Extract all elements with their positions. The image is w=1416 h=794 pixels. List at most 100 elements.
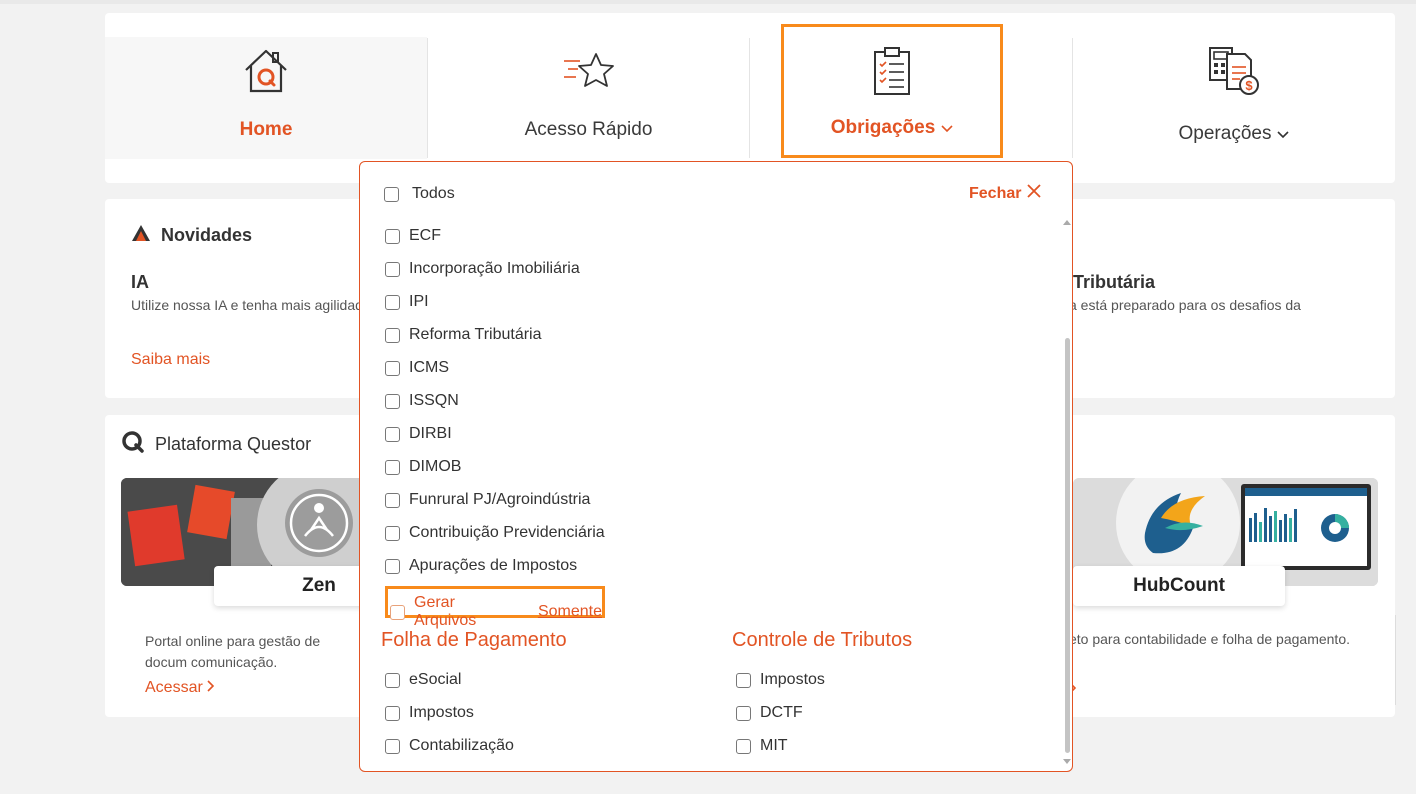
checkbox-row[interactable]: Reforma Tributária	[385, 326, 542, 344]
checkbox-label: DCTF	[760, 704, 803, 721]
chevron-down-icon	[1277, 123, 1290, 145]
checkbox-row[interactable]: ECF	[385, 227, 441, 245]
checkbox[interactable]	[385, 672, 400, 688]
checkbox[interactable]	[385, 705, 400, 721]
questor-q-icon	[121, 430, 147, 459]
zen-description: Portal online para gestão de docum comun…	[145, 633, 321, 670]
novidades-heading: Novidades	[131, 224, 252, 247]
nav-divider	[749, 38, 750, 158]
saiba-mais-link[interactable]: Saiba mais	[131, 351, 210, 369]
controle-de-tributos-title: Controle de Tributos	[732, 629, 913, 651]
zen-acessar-link[interactable]: Acessar	[145, 679, 215, 697]
nav-item-label-text: Obrigações	[830, 117, 936, 138]
gerar-arquivos-checkbox-row[interactable]: Gerar Arquivos Somente	[390, 594, 602, 630]
checkbox-row[interactable]: IPI	[385, 293, 429, 311]
obrigacoes-dropdown: Todos Fechar ECF Incorporação Imobiliária…	[359, 161, 1073, 772]
checkbox-label: Gerar Arquivos	[414, 594, 477, 629]
clipboard-checklist-icon	[872, 45, 912, 97]
checkbox-label: ISSQN	[409, 392, 459, 409]
checkbox-row[interactable]: MIT	[736, 737, 788, 755]
checkbox[interactable]	[385, 228, 400, 244]
checkbox-row[interactable]: DIMOB	[385, 458, 461, 476]
nav-item-home[interactable]: Home	[105, 37, 427, 159]
scrollbar-thumb[interactable]	[1065, 338, 1070, 753]
chevron-down-icon	[941, 117, 953, 139]
checkbox-label: IPI	[409, 293, 429, 310]
nav-item-operacoes[interactable]: $ Operações	[1073, 37, 1395, 159]
news-title: IA	[131, 272, 149, 292]
novidades-heading-text: Novidades	[161, 225, 253, 245]
scroll-down-arrow-icon[interactable]	[1063, 759, 1071, 764]
nav-item-obrigacoes[interactable]: Obrigações	[781, 24, 1003, 158]
checkbox-row[interactable]: Impostos	[736, 671, 825, 689]
checkbox[interactable]	[385, 360, 400, 376]
close-icon	[1027, 184, 1042, 203]
checkbox[interactable]	[385, 525, 400, 541]
checkbox-row[interactable]: Incorporação Imobiliária	[385, 260, 580, 278]
todos-checkbox[interactable]	[384, 186, 399, 202]
checkbox[interactable]	[385, 327, 400, 343]
house-icon	[241, 45, 291, 97]
nav-item-label: Operações	[1179, 123, 1290, 145]
somente-link[interactable]: Somente	[538, 603, 602, 621]
checkbox[interactable]	[385, 261, 400, 277]
nav-item-label: Acesso Rápido	[524, 119, 653, 140]
checkbox-label: Todos	[412, 185, 455, 202]
checkbox-row[interactable]: Contribuição Previdenciária	[385, 524, 605, 542]
checkbox-row[interactable]: DCTF	[736, 704, 803, 722]
checkbox-label: Contabilização	[409, 737, 514, 754]
checkbox-label: Impostos	[409, 704, 474, 721]
checkbox-row[interactable]: DIRBI	[385, 425, 452, 443]
checkbox-label: DIMOB	[409, 458, 462, 475]
nav-item-label-text: Operações	[1178, 123, 1272, 144]
checkbox-row[interactable]: Funrural PJ/Agroindústria	[385, 491, 590, 509]
star-icon	[562, 45, 616, 97]
checkbox-label: MIT	[760, 737, 788, 754]
fechar-button[interactable]: Fechar	[969, 184, 1042, 203]
checkbox-label: Funrural PJ/Agroindústria	[409, 491, 591, 508]
chevron-right-icon	[207, 679, 215, 697]
plataforma-heading: Plataforma Questor	[121, 430, 311, 459]
folha-de-pagamento-title: Folha de Pagamento	[381, 629, 567, 651]
dropdown-scrollbar[interactable]	[1062, 218, 1072, 771]
checkbox[interactable]	[385, 294, 400, 310]
checkbox[interactable]	[736, 705, 751, 721]
calculator-document-icon: $	[1207, 45, 1261, 97]
card-divider	[1395, 615, 1396, 705]
main-navigation: Home Acesso Rápido Obrigações $ Operaçõe…	[105, 13, 1395, 183]
checkbox-label: Apurações de Impostos	[409, 557, 578, 574]
top-strip	[0, 0, 1416, 4]
svg-text:$: $	[1245, 78, 1253, 93]
plataforma-heading-text: Plataforma Questor	[155, 434, 312, 454]
checkbox[interactable]	[385, 558, 400, 574]
questor-logo-icon	[131, 224, 151, 247]
checkbox-label: Incorporação Imobiliária	[409, 260, 580, 277]
checkbox-row[interactable]: ICMS	[385, 359, 449, 377]
checkbox-row[interactable]: Contabilização	[385, 737, 514, 755]
hubcount-description: eto para contabilidade e folha de pagame…	[1069, 631, 1350, 647]
checkbox[interactable]	[736, 738, 751, 754]
checkbox-row[interactable]: Impostos	[385, 704, 474, 722]
checkbox-label: DIRBI	[409, 425, 452, 442]
checkbox-label: ICMS	[409, 359, 449, 376]
nav-item-label: Obrigações	[831, 117, 954, 139]
checkbox-row[interactable]: Apurações de Impostos	[385, 557, 577, 575]
checkbox[interactable]	[385, 393, 400, 409]
checkbox[interactable]	[736, 672, 751, 688]
checkbox-row[interactable]: eSocial	[385, 671, 461, 689]
checkbox[interactable]	[385, 426, 400, 442]
news-description: a está preparado para os desafios da	[1069, 297, 1301, 313]
nav-item-label: Home	[239, 119, 293, 140]
news-title: Tributária	[1073, 272, 1156, 292]
todos-checkbox-row[interactable]: Todos	[384, 185, 455, 203]
nav-item-acesso-rapido[interactable]: Acesso Rápido	[428, 37, 749, 159]
hubcount-label[interactable]: HubCount	[1073, 566, 1285, 606]
checkbox[interactable]	[385, 738, 400, 754]
scroll-up-arrow-icon[interactable]	[1063, 220, 1071, 225]
checkbox-label: Impostos	[760, 671, 825, 688]
checkbox-row[interactable]: ISSQN	[385, 392, 459, 410]
checkbox[interactable]	[385, 492, 400, 508]
checkbox[interactable]	[385, 459, 400, 475]
gerar-arquivos-checkbox[interactable]	[390, 604, 405, 620]
news-description: Utilize nossa IA e tenha mais agilidad	[131, 297, 363, 313]
